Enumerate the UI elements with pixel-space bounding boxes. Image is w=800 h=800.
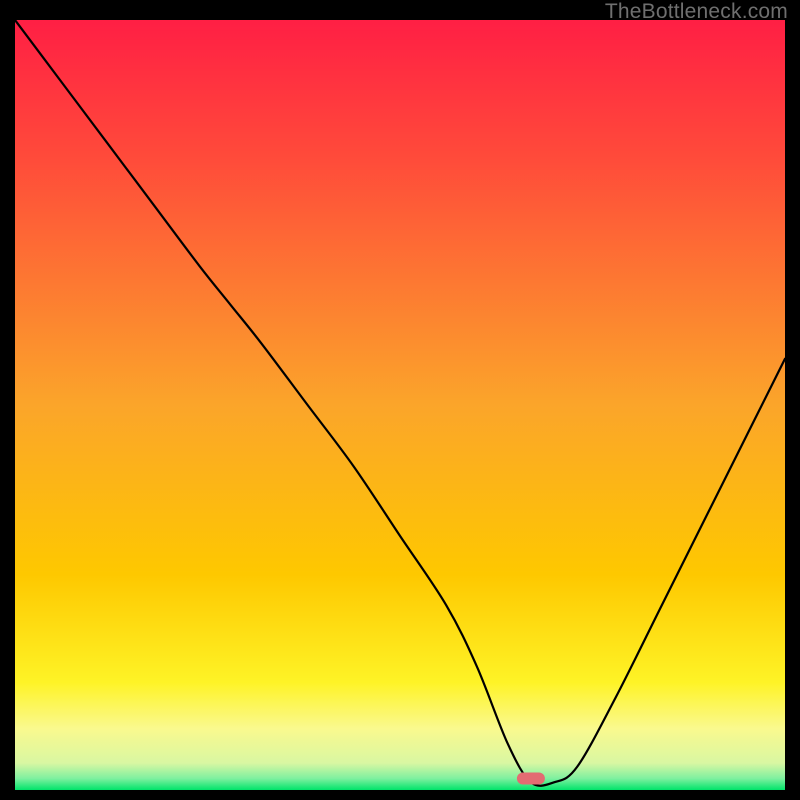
bottleneck-chart — [15, 20, 785, 790]
optimal-marker — [517, 772, 545, 784]
gradient-background — [15, 20, 785, 790]
chart-frame — [15, 20, 785, 790]
